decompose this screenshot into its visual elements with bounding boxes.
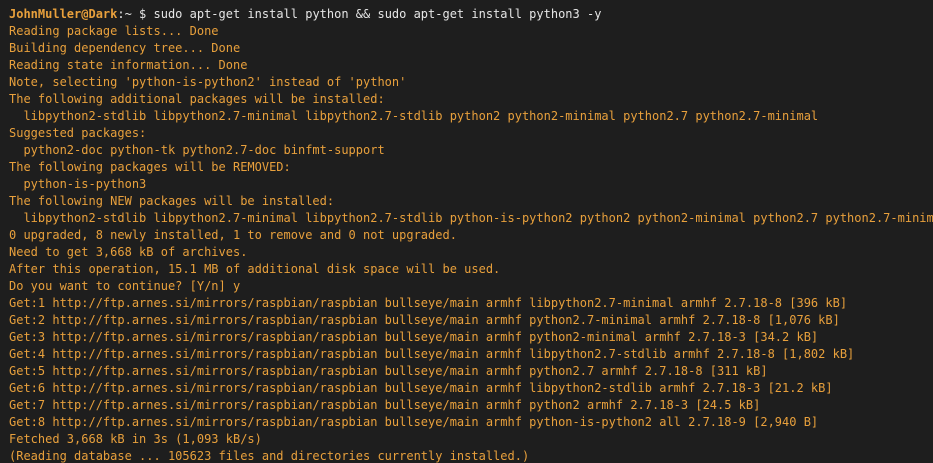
output-line: Get:2 http://ftp.arnes.si/mirrors/raspbi… [9,313,840,327]
output-line: python2-doc python-tk python2.7-doc binf… [9,143,385,157]
output-line: libpython2-stdlib libpython2.7-minimal l… [9,109,819,123]
output-line: Reading state information... Done [9,58,248,72]
output-line: Fetched 3,668 kB in 3s (1,093 kB/s) [9,432,262,446]
prompt-command: sudo apt-get install python && sudo apt-… [153,7,602,21]
prompt-user-host: JohnMuller@Dark [9,7,118,21]
output-line: libpython2-stdlib libpython2.7-minimal l… [9,211,933,225]
output-line: 0 upgraded, 8 newly installed, 1 to remo… [9,228,457,242]
output-line: Get:3 http://ftp.arnes.si/mirrors/raspbi… [9,330,819,344]
output-line: Suggested packages: [9,126,147,140]
output-line: Get:4 http://ftp.arnes.si/mirrors/raspbi… [9,347,855,361]
output-line: The following packages will be REMOVED: [9,160,291,174]
prompt-path-symbol: :~ $ [117,7,154,21]
output-line: Get:7 http://ftp.arnes.si/mirrors/raspbi… [9,398,761,412]
output-line: Note, selecting 'python-is-python2' inst… [9,75,407,89]
output-line: After this operation, 15.1 MB of additio… [9,262,501,276]
output-line: python-is-python3 [9,177,147,191]
output-line: Get:1 http://ftp.arnes.si/mirrors/raspbi… [9,296,848,310]
output-line: Get:8 http://ftp.arnes.si/mirrors/raspbi… [9,415,819,429]
output-line: (Reading database ... 105623 files and d… [9,449,530,463]
output-line: Get:6 http://ftp.arnes.si/mirrors/raspbi… [9,381,833,395]
output-line: The following NEW packages will be insta… [9,194,335,208]
output-line: Do you want to continue? [Y/n] y [9,279,241,293]
command-prompt-line: JohnMuller@Dark:~ $ sudo apt-get install… [9,6,933,23]
output-line: Get:5 http://ftp.arnes.si/mirrors/raspbi… [9,364,768,378]
output-line: Building dependency tree... Done [9,41,241,55]
terminal-window[interactable]: JohnMuller@Dark:~ $ sudo apt-get install… [0,0,933,463]
output-line: Need to get 3,668 kB of archives. [9,245,248,259]
output-line: Reading package lists... Done [9,24,219,38]
output-line: The following additional packages will b… [9,92,385,106]
